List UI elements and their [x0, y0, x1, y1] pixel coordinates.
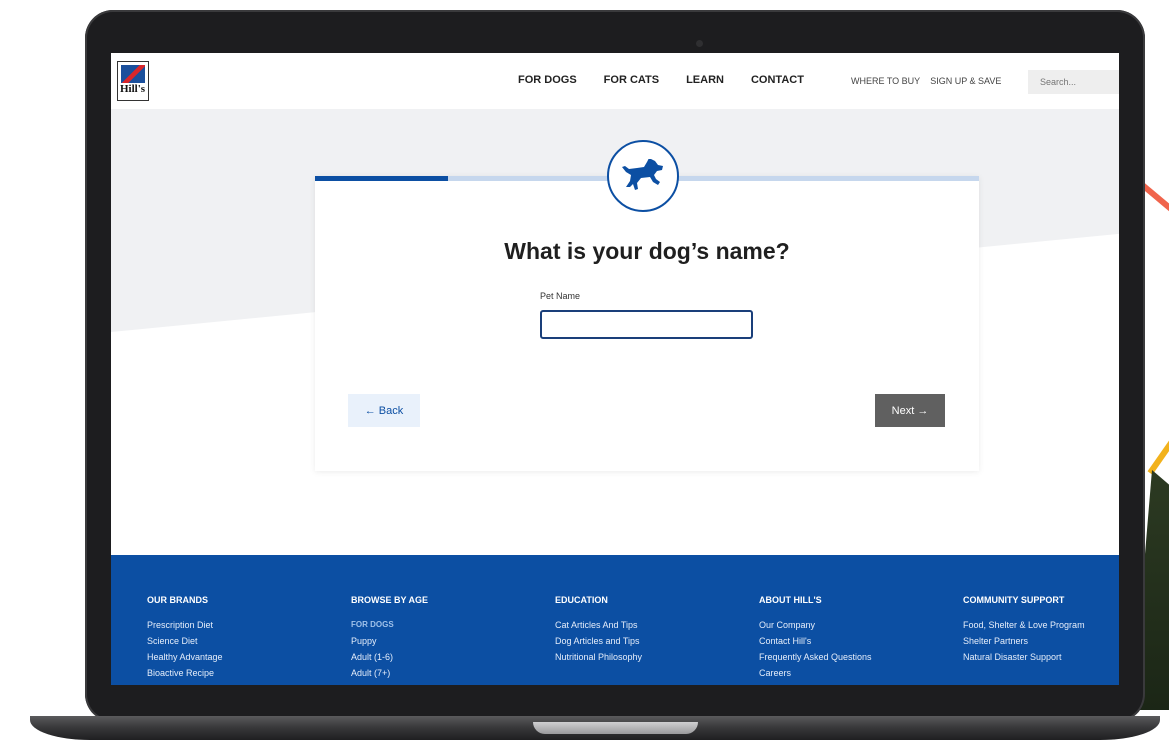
progress-fill: [315, 176, 448, 181]
question-heading: What is your dog’s name?: [504, 238, 790, 264]
footer-heading: ABOUT HILL'S: [759, 595, 822, 605]
footer-link[interactable]: Natural Disaster Support: [963, 649, 1085, 665]
hills-logo[interactable]: Hill's: [117, 61, 149, 101]
pet-name-label: Pet Name: [540, 291, 581, 301]
footer-link[interactable]: Contact Hill's: [759, 633, 872, 649]
nav-sign-up-save[interactable]: SIGN UP & SAVE: [930, 76, 1001, 86]
footer-link[interactable]: Food, Shelter & Love Program: [963, 617, 1085, 633]
footer-link[interactable]: Frequently Asked Questions: [759, 649, 872, 665]
footer-link[interactable]: Puppy: [351, 633, 428, 649]
dog-badge: [607, 140, 679, 212]
decorative-stroke-yellow: [1147, 422, 1169, 475]
nav-for-cats[interactable]: FOR CATS: [604, 74, 659, 86]
footer-subheading: FOR DOGS: [351, 620, 394, 629]
pet-name-input[interactable]: [540, 310, 753, 339]
footer-link[interactable]: Our Company: [759, 617, 872, 633]
dog-icon: [622, 159, 663, 190]
logo-flag-icon: [121, 65, 145, 83]
footer-link[interactable]: Prescription Diet: [147, 617, 223, 633]
nav-contact[interactable]: CONTACT: [751, 74, 804, 86]
footer-heading: BROWSE BY AGE: [351, 595, 429, 605]
footer-heading: COMMUNITY SUPPORT: [963, 595, 1065, 605]
site-footer: OUR BRANDS Prescription Diet Science Die…: [111, 555, 1119, 685]
footer-link[interactable]: Nutritional Philosophy: [555, 649, 642, 665]
footer-link[interactable]: Dog Articles and Tips: [555, 633, 642, 649]
footer-col-browse-by-age: BROWSE BY AGE FOR DOGS Puppy Adult (1-6)…: [351, 595, 428, 681]
footer-heading: OUR BRANDS: [147, 595, 209, 605]
nav-learn[interactable]: LEARN: [686, 74, 724, 86]
nav-where-to-buy[interactable]: WHERE TO BUY: [851, 76, 920, 86]
footer-link[interactable]: Shelter Partners: [963, 633, 1085, 649]
browser-screen: Hill's FOR DOGS FOR CATS LEARN CONTACT W…: [111, 53, 1119, 685]
logo-wordmark: Hill's: [120, 83, 146, 95]
footer-col-community: COMMUNITY SUPPORT Food, Shelter & Love P…: [963, 595, 1085, 665]
footer-link[interactable]: Cat Articles And Tips: [555, 617, 642, 633]
quiz-section: What is your dog’s name? Pet Name ← Back…: [111, 109, 1119, 555]
footer-link[interactable]: Adult (1-6): [351, 649, 428, 665]
footer-link[interactable]: Science Diet: [147, 633, 223, 649]
footer-col-brands: OUR BRANDS Prescription Diet Science Die…: [147, 595, 223, 681]
next-button[interactable]: Next →: [875, 394, 945, 427]
footer-heading: EDUCATION: [555, 595, 608, 605]
footer-link[interactable]: Bioactive Recipe: [147, 665, 223, 681]
footer-link[interactable]: Healthy Advantage: [147, 649, 223, 665]
footer-col-education: EDUCATION Cat Articles And Tips Dog Arti…: [555, 595, 642, 665]
footer-col-about: ABOUT HILL'S Our Company Contact Hill's …: [759, 595, 872, 681]
top-navigation: Hill's FOR DOGS FOR CATS LEARN CONTACT W…: [111, 53, 1119, 109]
nav-for-dogs[interactable]: FOR DOGS: [518, 74, 577, 86]
primary-nav: FOR DOGS FOR CATS LEARN CONTACT: [518, 74, 804, 86]
camera-icon: [696, 40, 703, 47]
footer-link[interactable]: Adult (7+): [351, 665, 428, 681]
search-input[interactable]: [1028, 70, 1119, 94]
back-button[interactable]: ← Back: [348, 394, 420, 427]
quiz-card: What is your dog’s name? Pet Name ← Back…: [315, 140, 979, 471]
laptop-notch: [533, 722, 698, 734]
footer-link[interactable]: Careers: [759, 665, 872, 681]
secondary-nav: WHERE TO BUY SIGN UP & SAVE: [851, 76, 1001, 86]
